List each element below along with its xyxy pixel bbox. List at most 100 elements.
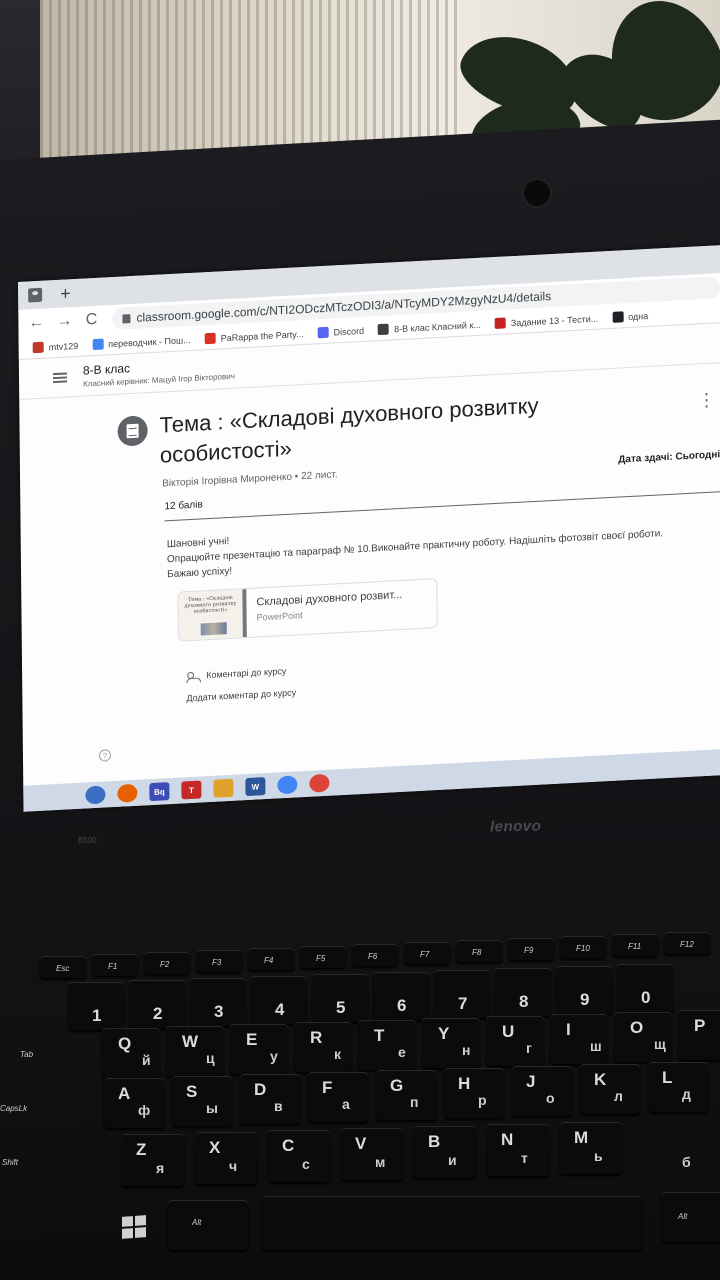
bookmark-item[interactable]: Discord — [317, 325, 365, 339]
assignment-icon — [117, 415, 148, 447]
key-label: O — [630, 1018, 644, 1037]
key-cyr-label: с — [302, 1156, 310, 1172]
alt-right-key[interactable] — [662, 1192, 720, 1242]
bookmark-item[interactable]: 8-В клас Класний к... — [378, 319, 481, 336]
key-cyr-label: ф — [138, 1102, 151, 1118]
laptop-screen: + ← → C classroom.google.com/c/NTI2ODczM… — [18, 244, 720, 812]
key-g[interactable] — [376, 1070, 436, 1120]
key-n[interactable] — [487, 1124, 549, 1176]
key-cyr-label: ы — [206, 1100, 218, 1116]
key-label: L — [662, 1068, 673, 1087]
forward-icon[interactable]: → — [56, 312, 72, 331]
attachment-thumbnail: Тема : «Складові духовного розвитку особ… — [178, 589, 247, 641]
key-label: U — [502, 1022, 515, 1041]
key-cyr-label: е — [398, 1044, 406, 1060]
comments-label: Коментарі до курсу — [206, 665, 287, 681]
back-icon[interactable]: ← — [28, 314, 44, 333]
key-cyr-label: ь — [594, 1148, 603, 1164]
key-cyr-label: ш — [590, 1038, 602, 1054]
caps-key-label: CapsLk — [0, 1104, 28, 1113]
bookmark-label: Задание 13 - Тести... — [510, 313, 599, 328]
help-icon[interactable]: ? — [98, 749, 112, 762]
menu-icon[interactable] — [52, 371, 68, 383]
key-k[interactable] — [580, 1064, 640, 1114]
key-a[interactable] — [104, 1078, 164, 1128]
taskbar-app-t-icon[interactable]: T — [181, 780, 202, 800]
bookmark-icon — [92, 338, 104, 351]
due-date: Дата здачі: Сьогодні — [618, 449, 720, 466]
bookmark-item[interactable]: mtv129 — [32, 340, 79, 354]
key-v[interactable] — [341, 1128, 403, 1180]
classroom-tab-icon[interactable] — [28, 287, 43, 303]
taskbar-bq-icon[interactable]: Bq — [149, 782, 170, 802]
key-cyr-label: к — [334, 1046, 342, 1062]
key-label: F4 — [264, 956, 274, 965]
windows-key-icon[interactable] — [122, 1215, 146, 1239]
taskbar-chrome-2-icon[interactable] — [309, 773, 330, 793]
key-label: F5 — [316, 954, 326, 963]
key-label: 9 — [580, 990, 590, 1009]
key-d[interactable] — [240, 1074, 300, 1124]
key-cyr-label: р — [478, 1092, 487, 1108]
key-label: D — [254, 1080, 267, 1099]
key-u[interactable] — [486, 1016, 544, 1066]
key-label: F12 — [680, 940, 694, 949]
attachment-card[interactable]: Тема : «Складові духовного розвитку особ… — [177, 578, 438, 642]
key-label: F3 — [212, 958, 222, 967]
key-s[interactable] — [172, 1076, 232, 1126]
key-x[interactable] — [195, 1132, 257, 1184]
taskbar-word-icon[interactable]: W — [245, 777, 266, 797]
key-label: Q — [118, 1034, 132, 1053]
key-m[interactable] — [560, 1122, 622, 1174]
bookmark-icon — [204, 332, 216, 345]
key-label: B — [428, 1132, 441, 1151]
bookmark-item[interactable]: одна — [612, 310, 648, 323]
key-label: P — [694, 1016, 706, 1035]
more-options-icon[interactable]: ⋮ — [697, 389, 715, 411]
thumbnail-image — [200, 622, 227, 636]
key-label: R — [310, 1028, 323, 1047]
key-label: H — [458, 1074, 471, 1093]
key-j[interactable] — [512, 1066, 572, 1116]
bookmark-item[interactable]: Задание 13 - Тести... — [494, 313, 599, 330]
taskbar-explorer-icon[interactable] — [213, 778, 234, 798]
taskbar-chrome-icon[interactable] — [277, 775, 298, 795]
bookmark-label: PaRappa the Party... — [220, 328, 304, 343]
key-r[interactable] — [294, 1022, 352, 1072]
reload-icon[interactable]: C — [84, 311, 98, 330]
key-label: F8 — [472, 948, 482, 957]
key-b[interactable] — [414, 1126, 476, 1178]
people-icon — [186, 671, 200, 681]
assignment-body: Шановні учні! Опрацюйте презентацію та п… — [167, 509, 707, 582]
key-h[interactable] — [444, 1068, 504, 1118]
bookmark-label: 8-В клас Класний к... — [394, 319, 481, 334]
bookmark-item[interactable]: PaRappa the Party... — [204, 328, 304, 345]
key-label: 5 — [336, 998, 346, 1017]
bookmark-item[interactable]: переводчик - Пош... — [92, 334, 191, 351]
key-label: F1 — [108, 962, 118, 971]
taskbar-start-icon[interactable] — [85, 785, 106, 805]
key-cyr-label: щ — [654, 1036, 666, 1052]
key-label: 2 — [153, 1004, 163, 1023]
key-f[interactable] — [308, 1072, 368, 1122]
key-label: Z — [136, 1140, 147, 1159]
key-c[interactable] — [268, 1130, 330, 1182]
new-tab-button[interactable]: + — [60, 283, 71, 304]
tab-key-label: Tab — [20, 1050, 34, 1059]
key-y[interactable] — [422, 1018, 480, 1068]
bookmark-icon — [317, 326, 329, 339]
key-l[interactable] — [648, 1062, 708, 1112]
space-bar[interactable] — [262, 1196, 642, 1250]
taskbar-firefox-icon[interactable] — [117, 783, 138, 803]
key-label: 4 — [275, 1000, 285, 1019]
key-e[interactable] — [230, 1024, 288, 1074]
webcam — [522, 178, 552, 208]
key-z[interactable] — [122, 1134, 184, 1186]
key-label: Y — [438, 1024, 450, 1043]
key-cyr-label: п — [410, 1094, 419, 1110]
key-cyr-label: г — [526, 1040, 532, 1056]
key-t[interactable] — [358, 1020, 416, 1070]
key-label: C — [282, 1136, 295, 1155]
alt-left-key[interactable] — [168, 1200, 248, 1250]
key-label: 8 — [519, 992, 529, 1011]
